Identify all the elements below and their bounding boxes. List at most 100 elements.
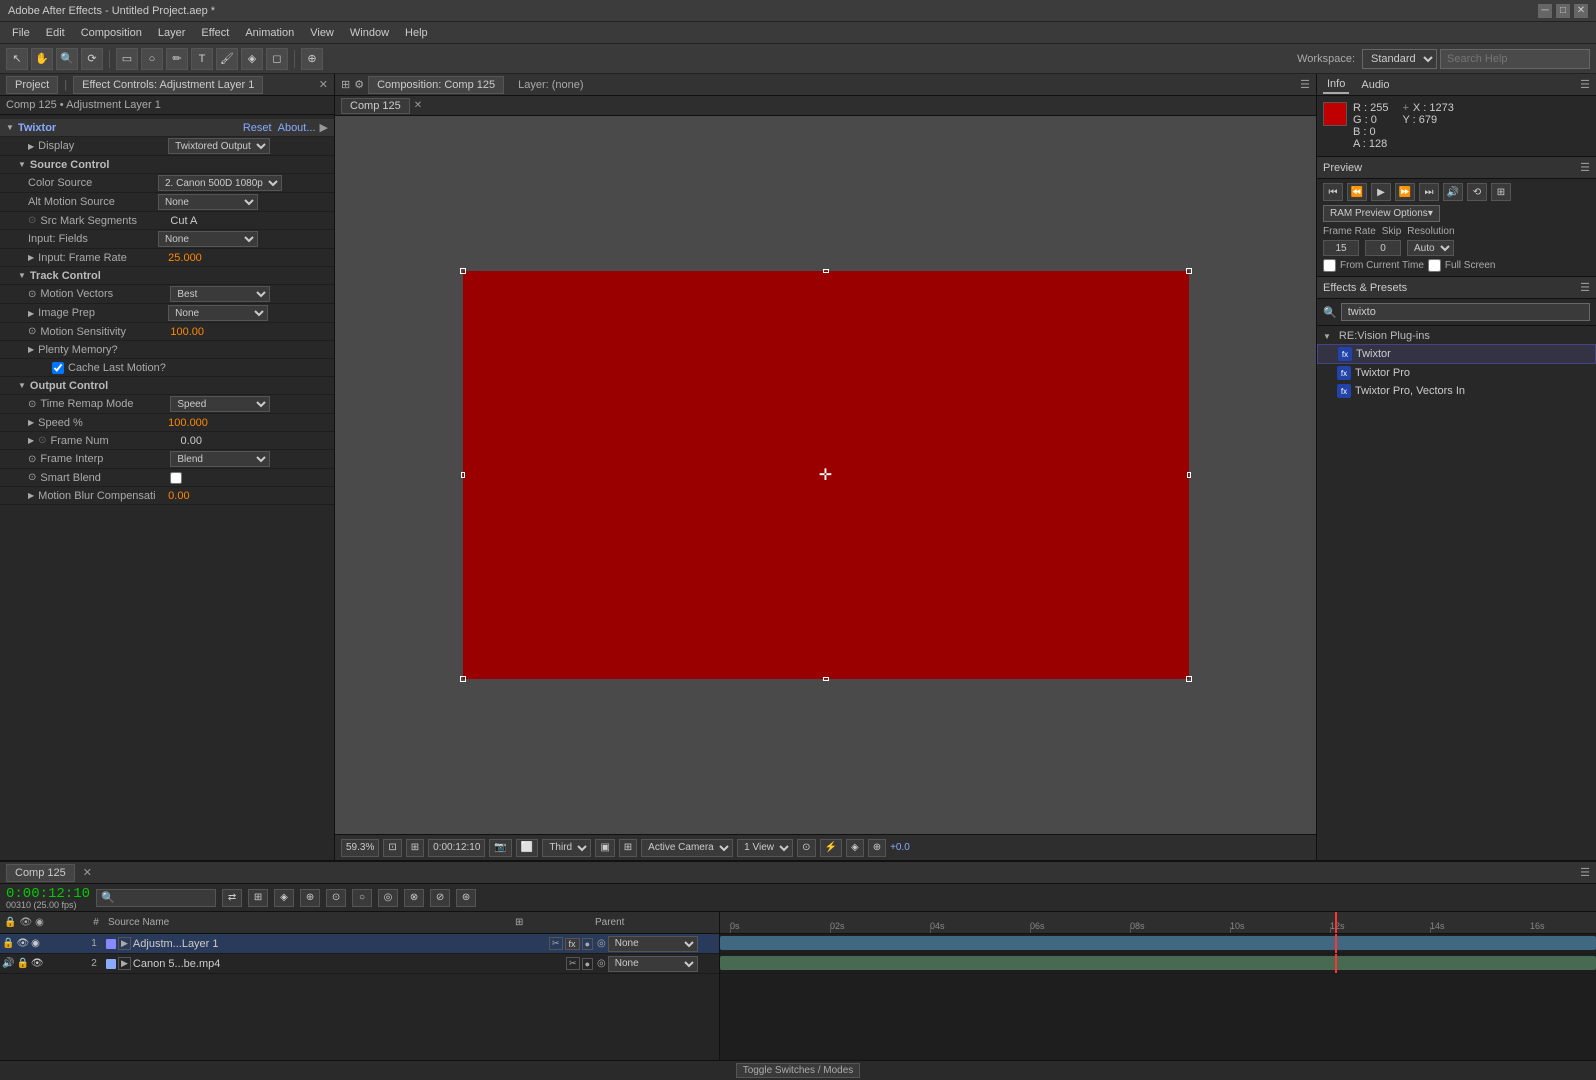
motion-blur-value[interactable]: 0.00 <box>168 490 328 502</box>
frame-rate-input[interactable] <box>1323 240 1359 256</box>
display-expand[interactable]: ▶ <box>28 142 34 151</box>
layer1-motion-icon[interactable]: ● <box>582 938 593 950</box>
project-tab[interactable]: Project <box>6 76 58 94</box>
timeline-close-icon[interactable]: ✕ <box>83 866 92 879</box>
frame-num-expand[interactable]: ▶ <box>28 436 34 445</box>
plenty-expand[interactable]: ▶ <box>28 345 34 354</box>
camera-icon[interactable]: 📷 <box>489 839 511 857</box>
comp-name-tab[interactable]: Comp 125 <box>341 98 410 114</box>
toggle-transparency[interactable]: ⬜ <box>516 839 538 857</box>
frame-interp-select[interactable]: Blend <box>170 451 270 467</box>
from-current-checkbox[interactable] <box>1323 259 1336 272</box>
motion-sensitivity-value[interactable]: 100.00 <box>170 326 328 338</box>
menu-view[interactable]: View <box>302 25 342 41</box>
playhead[interactable] <box>1335 912 1337 933</box>
layer2-eye-icon[interactable]: 👁 <box>31 958 44 969</box>
menu-help[interactable]: Help <box>397 25 436 41</box>
puppet-tool[interactable]: ⊕ <box>301 48 323 70</box>
tl-tool8[interactable]: ⊗ <box>404 889 424 907</box>
layer2-parent-select[interactable]: None <box>608 956 698 972</box>
handle-br[interactable] <box>1186 676 1192 682</box>
resolution-select[interactable]: Auto <box>1407 240 1454 256</box>
brush-tool[interactable]: 🖌 <box>216 48 238 70</box>
tl-tool3[interactable]: ◈ <box>274 889 294 907</box>
hand-tool[interactable]: ✋ <box>31 48 53 70</box>
info-panel-menu[interactable]: ☰ <box>1580 78 1590 91</box>
zoom-tool[interactable]: 🔍 <box>56 48 78 70</box>
handle-left[interactable] <box>461 472 465 478</box>
tl-tool4[interactable]: ⊕ <box>300 889 320 907</box>
handle-right[interactable] <box>1187 472 1191 478</box>
maximize-button[interactable]: □ <box>1556 4 1570 18</box>
effects-tab[interactable]: Effects & Presets <box>1323 282 1407 294</box>
twixtor-pro-item[interactable]: fx Twixtor Pro <box>1317 364 1596 382</box>
track-control-expand[interactable]: ▼ <box>18 271 26 280</box>
layer2-motion-icon[interactable]: ● <box>582 958 593 970</box>
time-remap-select[interactable]: Speed <box>170 396 270 412</box>
eraser-tool[interactable]: ◻ <box>266 48 288 70</box>
layer1-parent-select[interactable]: None <box>608 936 698 952</box>
layer2-expand[interactable]: ▶ <box>118 957 131 970</box>
about-button[interactable]: About... <box>278 122 316 134</box>
tl-tool1[interactable]: ⇄ <box>222 889 242 907</box>
handle-bottom[interactable] <box>823 677 829 681</box>
handle-tl[interactable] <box>460 268 466 274</box>
timeline-search[interactable] <box>96 889 216 907</box>
menu-layer[interactable]: Layer <box>150 25 194 41</box>
group-expand-icon[interactable]: ▼ <box>1323 332 1331 341</box>
layer2-edit-icon[interactable]: ✂ <box>566 957 580 970</box>
timeline-menu-icon[interactable]: ☰ <box>1580 866 1590 879</box>
input-frame-expand[interactable]: ▶ <box>28 253 34 262</box>
source-control-expand[interactable]: ▼ <box>18 160 26 169</box>
workspace-select[interactable]: Standard <box>1362 49 1437 69</box>
tl-tool9[interactable]: ⊘ <box>430 889 450 907</box>
step-forward[interactable]: ⏩ <box>1395 183 1415 201</box>
source-control-header[interactable]: ▼ Source Control <box>0 156 334 174</box>
rotate-tool[interactable]: ⟳ <box>81 48 103 70</box>
image-prep-expand[interactable]: ▶ <box>28 309 34 318</box>
layer1-solo-icon[interactable]: ◉ <box>31 938 40 949</box>
tl-tool2[interactable]: ⊞ <box>248 889 268 907</box>
display-select[interactable]: Twixtored Output <box>168 138 270 154</box>
mute-audio[interactable]: 🔊 <box>1443 183 1463 201</box>
layer2-parent-icon[interactable]: ◎ <box>597 958 606 969</box>
preview-tab[interactable]: Preview <box>1323 162 1362 174</box>
reset-button[interactable]: Reset <box>243 122 272 134</box>
tl-tool10[interactable]: ⊛ <box>456 889 476 907</box>
panel-close-icon[interactable]: ✕ <box>319 78 328 91</box>
input-frame-value[interactable]: 25.000 <box>168 252 328 264</box>
output-control-expand[interactable]: ▼ <box>18 381 26 390</box>
timeline-comp-tab[interactable]: Comp 125 <box>6 864 75 882</box>
grid-button[interactable]: ⊞ <box>406 839 424 857</box>
menu-effect[interactable]: Effect <box>193 25 237 41</box>
close-button[interactable]: ✕ <box>1574 4 1588 18</box>
view-mode-select[interactable]: Third <box>542 839 591 857</box>
menu-edit[interactable]: Edit <box>38 25 73 41</box>
comp-panel-menu[interactable]: ☰ <box>1300 78 1310 91</box>
fit-button[interactable]: ⊡ <box>383 839 401 857</box>
loop-button[interactable]: ⟲ <box>1467 183 1487 201</box>
ram-preview-button[interactable]: RAM Preview Options ▾ <box>1323 205 1440 222</box>
handle-top[interactable] <box>823 269 829 273</box>
go-to-start[interactable]: ⏮ <box>1323 183 1343 201</box>
alt-motion-select[interactable]: None <box>158 194 258 210</box>
effects-search-input[interactable] <box>1341 303 1590 321</box>
step-back[interactable]: ⏪ <box>1347 183 1367 201</box>
tl-tool7[interactable]: ◎ <box>378 889 398 907</box>
layer1-fx-button[interactable]: fx <box>565 938 580 950</box>
motion-vectors-select[interactable]: Best <box>170 286 270 302</box>
full-screen-checkbox[interactable] <box>1428 259 1441 272</box>
layer1-lock-icon[interactable]: 🔒 <box>2 938 14 949</box>
layer1-parent-icon[interactable]: ◎ <box>597 938 606 949</box>
pen-tool[interactable]: ✏ <box>166 48 188 70</box>
ellipse-tool[interactable]: ○ <box>141 48 163 70</box>
image-prep-select[interactable]: None <box>168 305 268 321</box>
minimize-button[interactable]: ─ <box>1538 4 1552 18</box>
render-btn[interactable]: ⊙ <box>797 839 815 857</box>
twixtor-collapse[interactable]: ▼ <box>6 123 14 132</box>
text-tool[interactable]: T <box>191 48 213 70</box>
flow-diagram[interactable]: ⊕ <box>868 839 886 857</box>
layer1-expand[interactable]: ▶ <box>118 937 131 950</box>
twixtor-effect-item[interactable]: fx Twixtor <box>1317 344 1596 364</box>
zoom-display[interactable]: 59.3% <box>341 839 379 857</box>
